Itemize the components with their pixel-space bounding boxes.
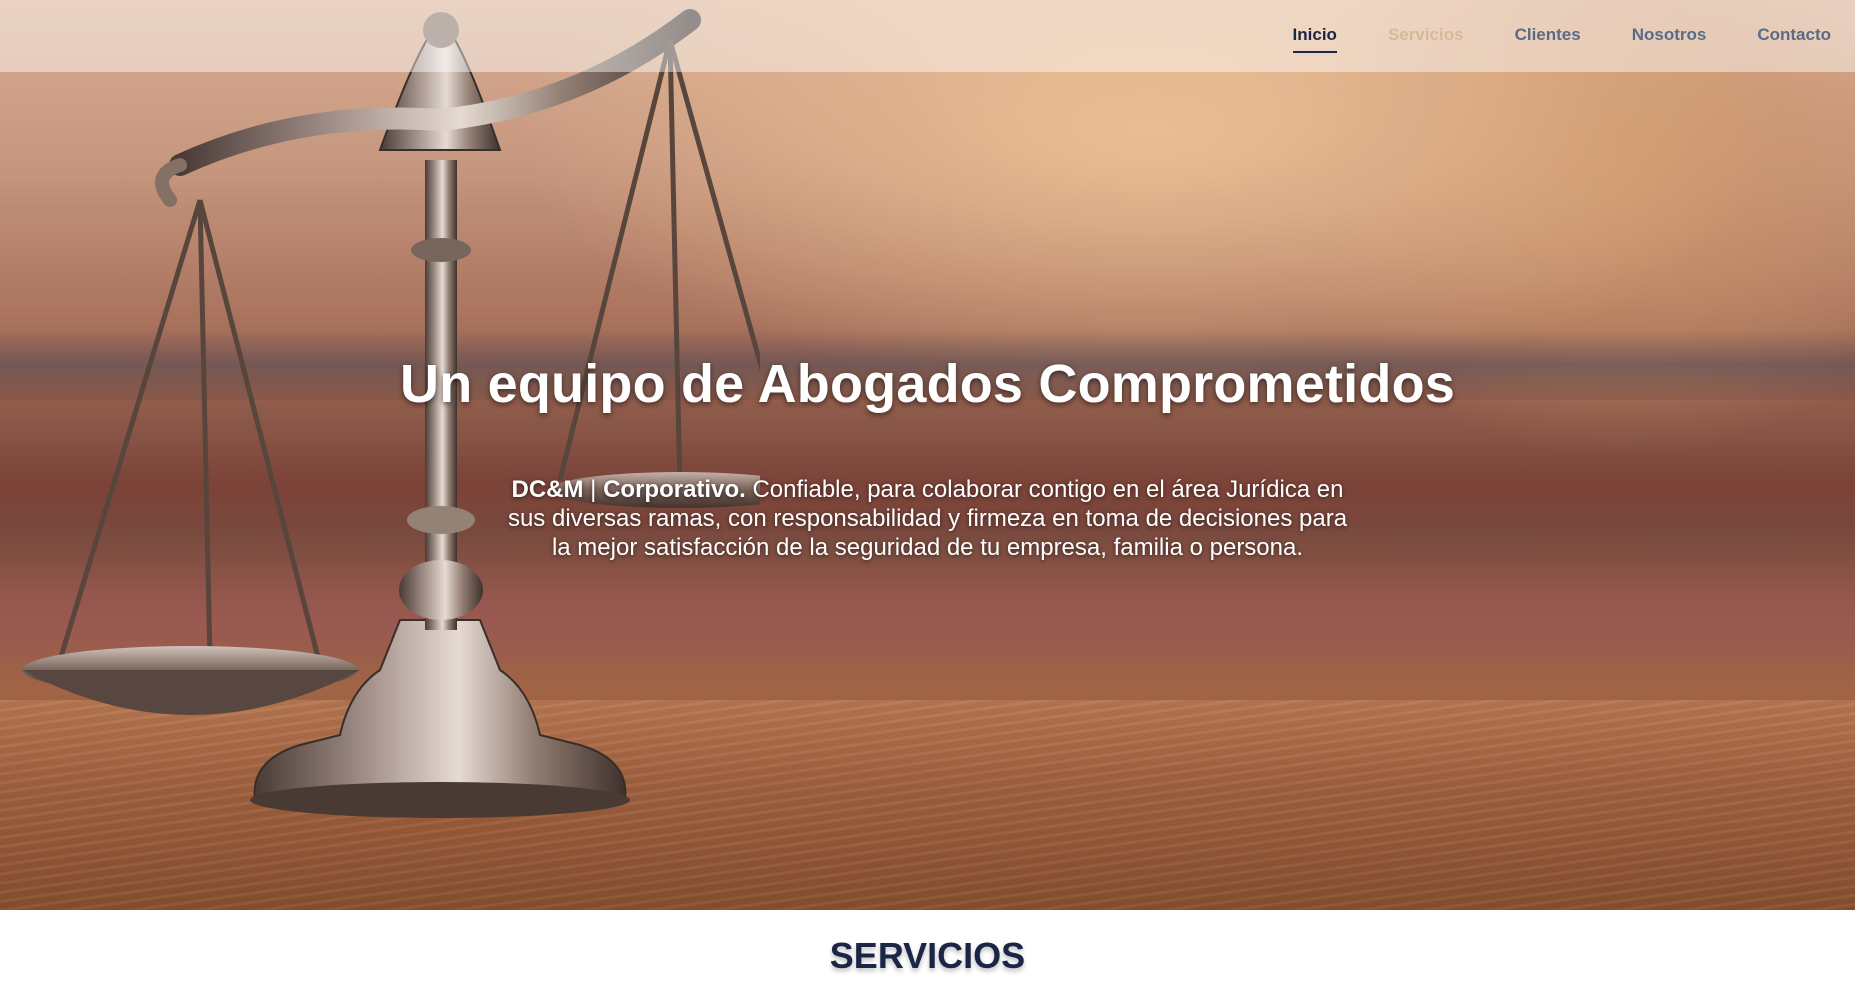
brand-suffix: Corporativo. [603, 476, 746, 503]
nav-item-inicio[interactable]: Inicio [1292, 21, 1338, 53]
top-navbar: Inicio Servicios Clientes Nosotros Conta… [0, 0, 1855, 72]
nav-item-contacto[interactable]: Contacto [1757, 21, 1831, 51]
nav-menu: Inicio Servicios Clientes Nosotros Conta… [1242, 0, 1831, 72]
hero-description: DC&M | Corporativo. Confiable, para cola… [500, 475, 1355, 562]
services-section-title: SERVICIOS [829, 935, 1026, 976]
nav-item-nosotros[interactable]: Nosotros [1632, 21, 1707, 51]
hero-overlay [0, 0, 1855, 910]
brand-name: DC&M [511, 476, 584, 503]
hero-section: Un equipo de Abogados Comprometidos DC&M… [0, 0, 1855, 910]
hero-title: Un equipo de Abogados Comprometidos [400, 354, 1455, 414]
nav-item-servicios[interactable]: Servicios [1388, 21, 1464, 51]
nav-item-clientes[interactable]: Clientes [1515, 21, 1581, 51]
brand-separator: | [583, 476, 604, 503]
page: Un equipo de Abogados Comprometidos DC&M… [0, 0, 1855, 990]
